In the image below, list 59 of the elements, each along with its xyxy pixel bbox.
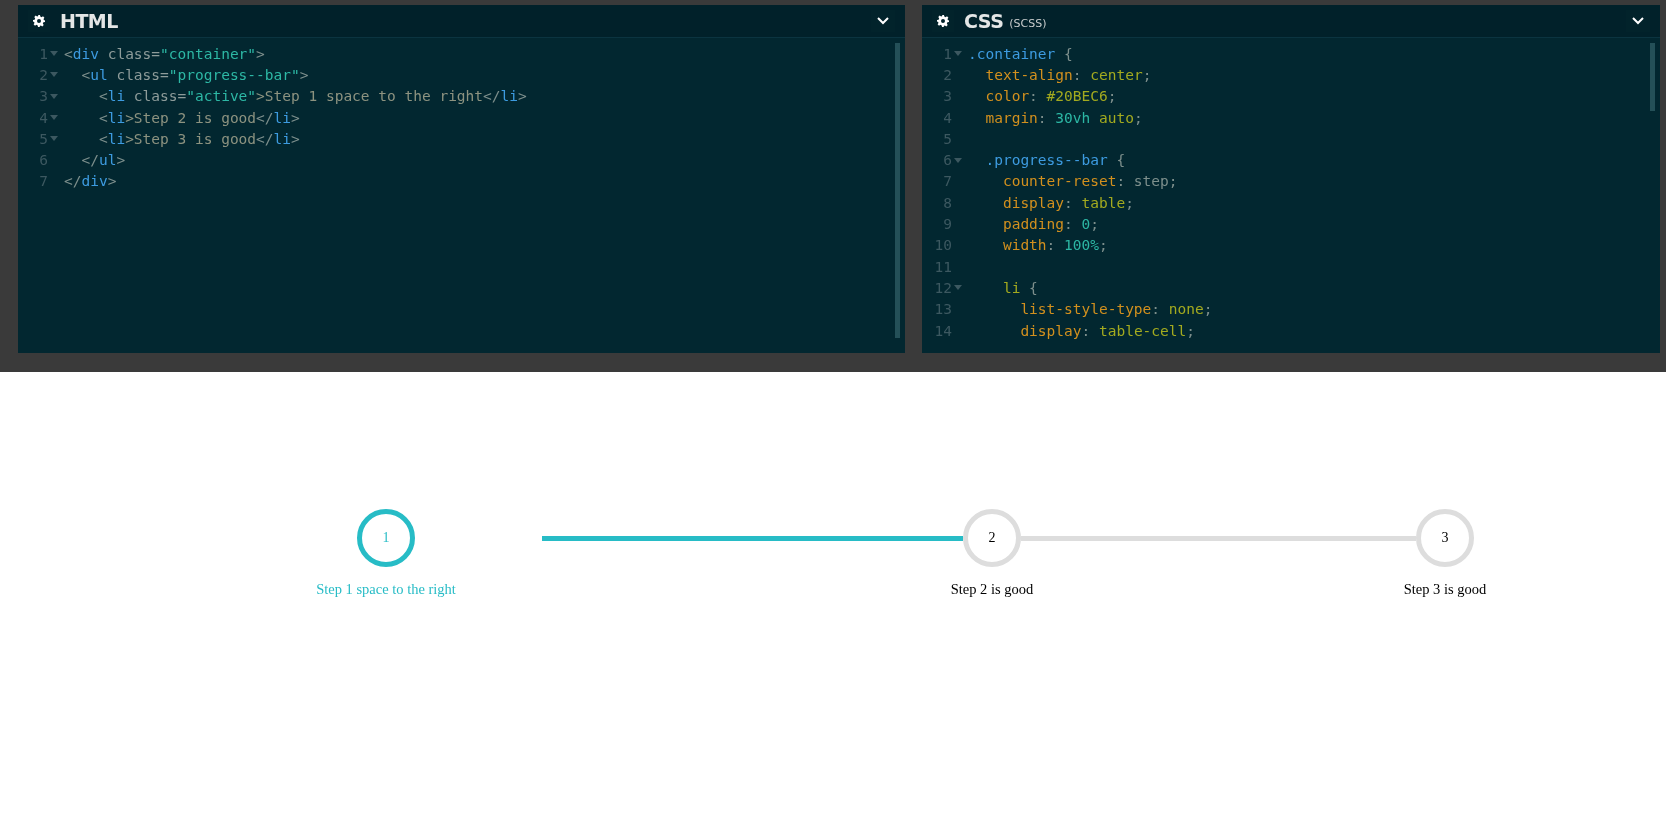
code-line: </ul> (80, 152, 126, 169)
fold-caret-icon[interactable] (50, 115, 58, 121)
line-number: 8 (942, 194, 952, 211)
code-line: <li class="active">Step 1 space to the right</li> (97, 88, 527, 105)
panel-subtitle: (SCSS) (1009, 17, 1047, 30)
line-number: 1 (942, 45, 952, 62)
code-line: counter-reset: step; (1001, 173, 1178, 190)
line-number: 7 (38, 173, 48, 190)
line-number: 12 (933, 279, 952, 296)
panel-title: HTML (60, 10, 118, 32)
line-number: 6 (942, 152, 952, 169)
code-line: list-style-type: none; (1019, 301, 1213, 318)
line-number: 2 (942, 66, 952, 83)
line-number: 9 (942, 216, 952, 232)
step-label: Step 1 space to the right (316, 581, 456, 598)
code-line: color: #20BEC6; (984, 88, 1117, 105)
line-number: 5 (942, 130, 952, 147)
line-number: 4 (38, 109, 48, 126)
code-line: display: table-cell; (1019, 322, 1195, 339)
line-number: 11 (933, 258, 952, 275)
code-line: .container { (967, 45, 1073, 62)
fold-caret-icon[interactable] (50, 51, 58, 57)
line-number: 3 (942, 88, 952, 105)
step-circle: 1 (357, 509, 415, 567)
fold-caret-icon[interactable] (954, 51, 962, 57)
step-label: Step 2 is good (950, 581, 1034, 598)
code-line: li { (1001, 279, 1038, 296)
line-number: 2 (38, 66, 48, 83)
line-number: 14 (933, 322, 952, 339)
line-number: 10 (933, 237, 952, 254)
code-line: .progress--bar { (984, 152, 1126, 169)
step-circle: 2 (963, 509, 1021, 567)
panel-title: CSS (964, 10, 1004, 32)
line-number: 6 (38, 152, 48, 169)
code-line: <li>Step 2 is good</li> (97, 109, 300, 126)
line-number: 5 (38, 130, 48, 147)
code-line: padding: 0; (1001, 216, 1099, 232)
line-number: 1 (38, 45, 48, 62)
fold-caret-icon[interactable] (50, 93, 58, 99)
code-line: display: table; (1001, 194, 1134, 211)
code-line: <li>Step 3 is good</li> (97, 130, 300, 147)
step-circle: 3 (1416, 509, 1474, 567)
fold-caret-icon[interactable] (954, 157, 962, 163)
code-line: </div> (63, 173, 117, 190)
step-label: Step 3 is good (1403, 581, 1487, 598)
code-line: <ul class="progress--bar"> (80, 66, 309, 83)
code-line: width: 100%; (1001, 237, 1108, 254)
line-number: 4 (942, 109, 952, 126)
code-line: text-align: center; (984, 66, 1152, 83)
code-line: <div class="container"> (63, 45, 265, 62)
line-number: 7 (942, 173, 952, 190)
scrollbar-thumb[interactable] (895, 43, 900, 338)
scrollbar-thumb[interactable] (1650, 43, 1655, 112)
fold-caret-icon[interactable] (50, 72, 58, 78)
line-number: 13 (933, 301, 952, 318)
fold-caret-icon[interactable] (50, 136, 58, 142)
code-line: margin: 30vh auto; (984, 109, 1143, 126)
fold-caret-icon[interactable] (954, 285, 962, 291)
line-number: 3 (38, 88, 48, 105)
